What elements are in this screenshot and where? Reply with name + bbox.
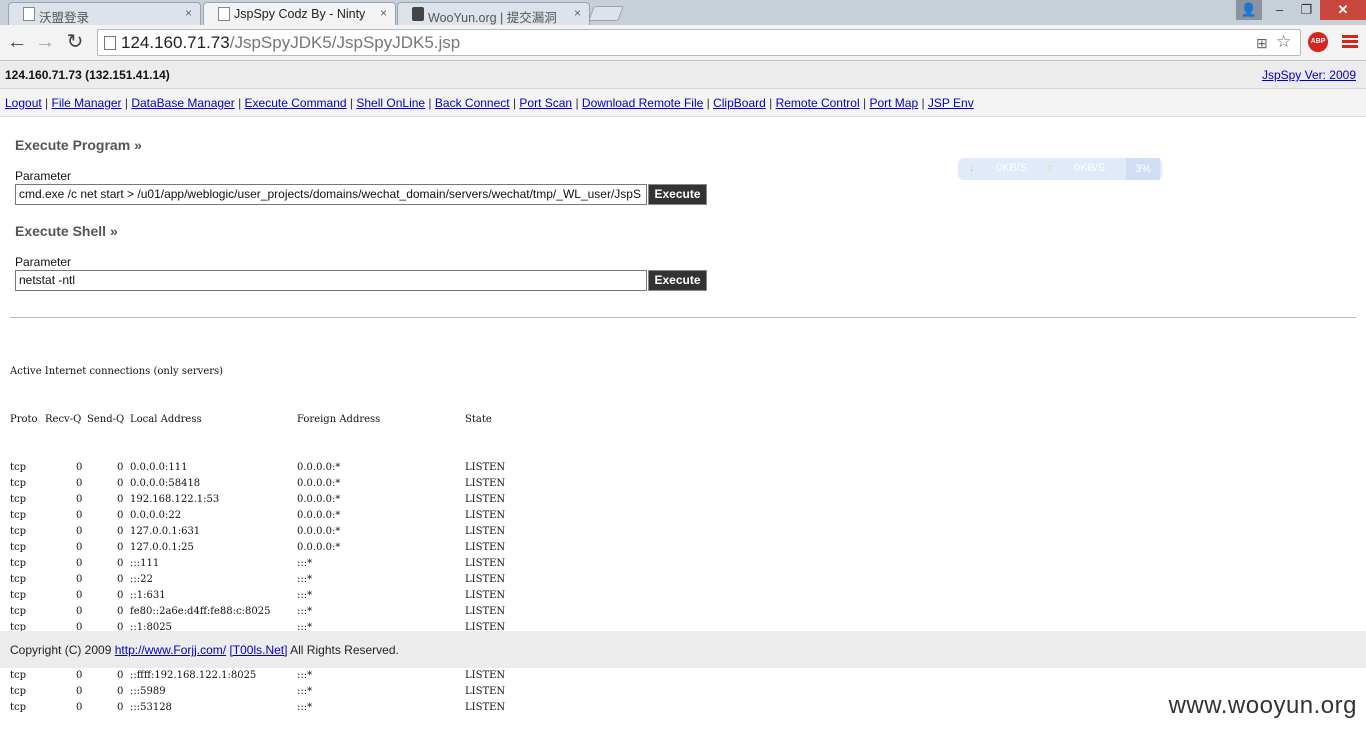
tab-strip: 沃盟登录 × JspSpy Codz By - Ninty × WooYun.o… <box>0 0 1366 25</box>
tab-close-icon[interactable]: × <box>380 6 387 20</box>
adblock-plus-icon[interactable]: ABP <box>1308 32 1328 52</box>
page-icon <box>104 36 116 50</box>
reload-icon[interactable]: ↻ <box>64 31 86 53</box>
url-host: 124.160.71.73 <box>121 33 230 52</box>
usage-percent: 3% <box>1126 158 1160 180</box>
nav-logout[interactable]: Logout <box>5 96 42 110</box>
nav-shell-online[interactable]: Shell OnLine <box>356 96 425 110</box>
program-parameter-input[interactable]: cmd.exe /c net start > /u01/app/weblogic… <box>15 184 647 205</box>
output-row: tcp 0 0 0.0.0.0:111 0.0.0.0:* LISTEN <box>10 462 506 473</box>
execute-program-title: Execute Program » <box>15 137 142 153</box>
divider <box>10 317 1356 318</box>
output-row: tcp 0 0 fe80::2a6e:d4ff:fe88:c:8025:::* LIST… <box>10 606 506 617</box>
tab-title: JspSpy Codz By - Ninty <box>234 7 366 21</box>
rights-text: All Rights Reserved. <box>290 643 399 657</box>
nav-file-manager[interactable]: File Manager <box>52 96 122 110</box>
version-link[interactable]: JspSpy Ver: 2009 <box>1262 68 1356 82</box>
user-profile-icon[interactable]: 👤 <box>1236 0 1262 20</box>
nav-clipboard[interactable]: ClipBoard <box>713 96 766 110</box>
upload-speed: 0KB/S <box>1074 162 1106 174</box>
nav-execute-command[interactable]: Execute Command <box>245 96 347 110</box>
host-bar: 124.160.71.73 (132.151.41.14) JspSpy Ver… <box>0 61 1366 89</box>
copyright-text: Copyright (C) 2009 <box>10 643 112 657</box>
page-icon <box>23 7 35 21</box>
wooyun-favicon-icon <box>412 7 424 21</box>
browser-toolbar: ← → ↻ 124.160.71.73/JspSpyJDK5/JspSpyJDK… <box>0 25 1366 61</box>
nav-back-connect[interactable]: Back Connect <box>435 96 510 110</box>
output-row: tcp 0 0:::111:::* LISTEN <box>10 558 506 569</box>
host-info: 124.160.71.73 (132.151.41.14) <box>5 68 170 82</box>
upload-arrow-icon: ↑ <box>1047 162 1053 174</box>
close-window-button[interactable]: ✕ <box>1320 0 1366 20</box>
execute-shell-title: Execute Shell » <box>15 223 118 239</box>
output-row: tcp 0 0::1:631:::* LISTEN <box>10 590 506 601</box>
output-row: tcp 0 0 0.0.0.0:58418 0.0.0.0:* LISTEN <box>10 478 506 489</box>
t00ls-link[interactable]: [T00ls.Net] <box>229 643 287 657</box>
output-heading: Active Internet connections (only server… <box>10 366 224 377</box>
nav-download-remote-file[interactable]: Download Remote File <box>582 96 703 110</box>
output-row: tcp 0 0:::5989:::* LISTEN <box>10 686 506 697</box>
window-controls: 👤 – ❐ ✕ <box>1236 0 1366 20</box>
nav-port-scan[interactable]: Port Scan <box>519 96 572 110</box>
watermark: www.wooyun.org <box>1168 692 1357 719</box>
output-row: tcp 0 0:::53128:::* LISTEN <box>10 702 506 713</box>
network-speed-widget: ↓ 0KB/S ↑ 0KB/S 3% <box>958 158 1162 180</box>
raquo-icon: » <box>109 223 118 239</box>
execute-shell-button[interactable]: Execute <box>648 270 707 291</box>
chrome-menu-icon[interactable] <box>1342 35 1358 49</box>
execute-program-button[interactable]: Execute <box>648 184 707 205</box>
tab-title: WooYun.org | 提交漏洞 <box>428 11 557 25</box>
address-bar[interactable]: 124.160.71.73/JspSpyJDK5/JspSpyJDK5.jsp … <box>97 29 1301 56</box>
bookmark-star-icon[interactable]: ☆ <box>1276 32 1291 52</box>
url-path: /JspSpyJDK5/JspSpyJDK5.jsp <box>229 33 461 52</box>
tab-wooyun[interactable]: WooYun.org | 提交漏洞 × <box>397 2 590 25</box>
command-output: Active Internet connections (only server… <box>10 332 506 732</box>
output-row: tcp 0 0:::22:::* LISTEN <box>10 574 506 585</box>
page-icon <box>218 7 230 21</box>
tab-title: 沃盟登录 <box>39 11 90 25</box>
download-speed: 0KB/S <box>996 162 1028 174</box>
back-arrow-icon[interactable]: ← <box>6 31 28 53</box>
output-row: tcp 0 0 192.168.122.1:53 0.0.0.0:* LISTEN <box>10 494 506 505</box>
output-row: tcp 0 0::ffff:192.168.122.1:8025:::* LISTEN <box>10 670 506 681</box>
output-row: tcp 0 0 0.0.0.0:22 0.0.0.0:* LISTEN <box>10 510 506 521</box>
tab-jspspy[interactable]: JspSpy Codz By - Ninty × <box>203 2 396 25</box>
output-row: tcp 0 0 127.0.0.1:631 0.0.0.0:* LISTEN <box>10 526 506 537</box>
main-nav: Logout | File Manager | DataBase Manager… <box>0 89 1366 117</box>
output-row: tcp 0 0 127.0.0.1:25 0.0.0.0:* LISTEN <box>10 542 506 553</box>
tab-close-icon[interactable]: × <box>185 6 192 20</box>
nav-jsp-env[interactable]: JSP Env <box>928 96 974 110</box>
tab-close-icon[interactable]: × <box>574 6 581 20</box>
new-tab-button[interactable] <box>588 6 624 21</box>
raquo-icon: » <box>134 137 142 153</box>
program-parameter-label: Parameter <box>15 169 72 183</box>
output-header-row: Proto Recv-Q Send-Q Local Address Foreig… <box>10 414 492 425</box>
forjj-link[interactable]: http://www.Forjj.com/ <box>115 643 226 657</box>
shell-parameter-input[interactable]: netstat -ntl <box>15 270 647 291</box>
tab-wumeng-login[interactable]: 沃盟登录 × <box>8 2 201 25</box>
translate-icon[interactable]: ⊞ <box>1256 35 1268 52</box>
url-text[interactable]: 124.160.71.73/JspSpyJDK5/JspSpyJDK5.jsp <box>121 33 460 53</box>
nav-remote-control[interactable]: Remote Control <box>776 96 860 110</box>
forward-arrow-icon[interactable]: → <box>34 31 56 53</box>
shell-parameter-label: Parameter <box>15 255 72 269</box>
nav-database-manager[interactable]: DataBase Manager <box>131 96 234 110</box>
minimize-button[interactable]: – <box>1266 0 1293 20</box>
nav-port-map[interactable]: Port Map <box>869 96 918 110</box>
restore-button[interactable]: ❐ <box>1293 0 1320 20</box>
download-arrow-icon: ↓ <box>969 162 975 174</box>
page-footer: Copyright (C) 2009 http://www.Forjj.com/… <box>0 631 1366 668</box>
